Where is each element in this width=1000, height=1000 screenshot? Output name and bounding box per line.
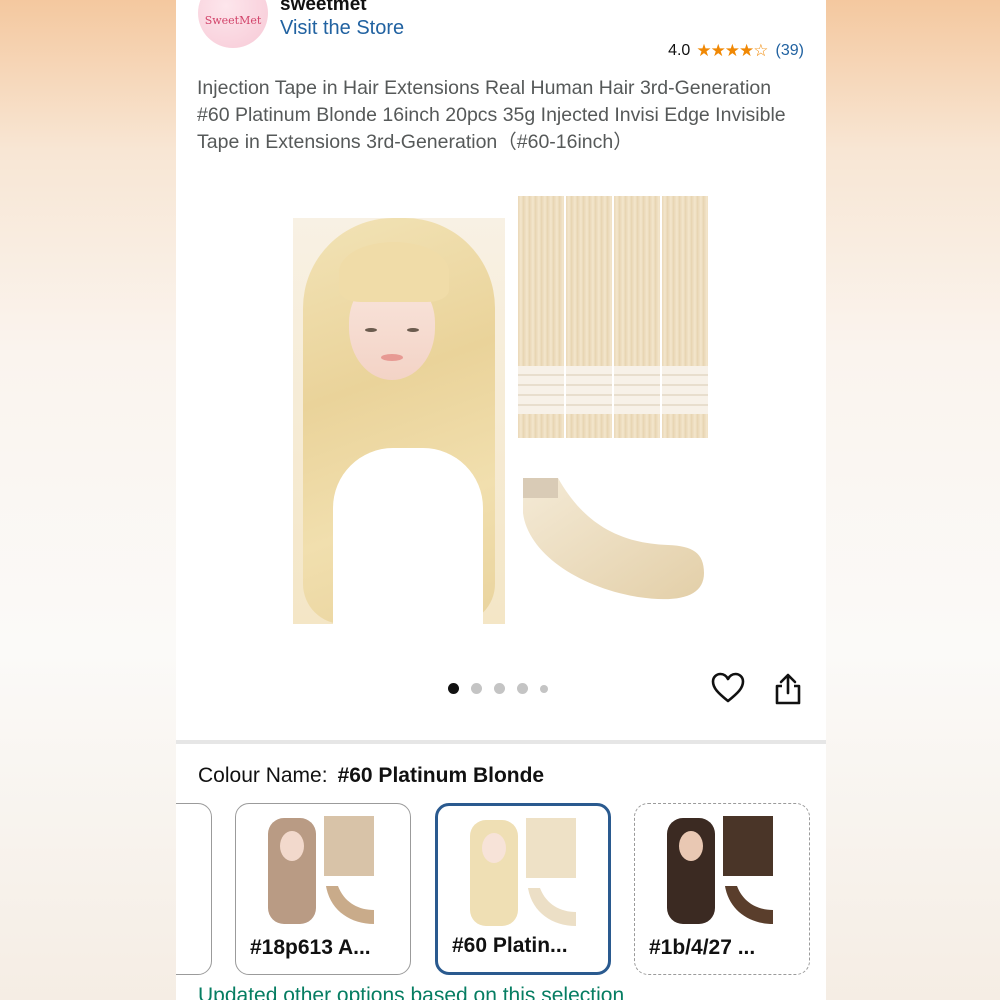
visit-store-link[interactable]: Visit the Store [280, 17, 404, 40]
pagination-dot[interactable] [448, 683, 459, 694]
colour-swatch-selected[interactable]: #60 Platin... [435, 803, 611, 975]
product-image-gallery[interactable] [176, 190, 826, 630]
pagination-dot[interactable] [471, 683, 482, 694]
hair-bundles-image [518, 196, 708, 444]
selection-update-notice: Updated other options based on this sele… [198, 984, 625, 1000]
swatch-thumbnail [470, 818, 576, 926]
swatch-thumbnail [268, 816, 374, 924]
star-rating-icon: ★★★★☆ [696, 41, 768, 60]
pagination-dot[interactable] [540, 684, 548, 693]
swatch-label: #60 Platin... [452, 934, 568, 957]
product-page: SweetMet sweetmet Visit the Store 4.0 ★★… [176, 0, 826, 1000]
variation-label: Colour Name: [198, 764, 328, 787]
section-divider [176, 740, 826, 744]
gallery-pagination [448, 683, 548, 694]
share-icon[interactable] [773, 672, 803, 706]
colour-swatch[interactable]: #18p613 A... [235, 803, 411, 975]
pagination-dot[interactable] [517, 683, 528, 694]
colour-name-label: Colour Name: #60 Platinum Blonde [198, 764, 544, 788]
background-left [0, 0, 176, 1000]
selected-colour: #60 Platinum Blonde [337, 764, 545, 787]
product-title: Injection Tape in Hair Extensions Real H… [197, 77, 786, 153]
heart-icon[interactable] [710, 670, 746, 706]
colour-swatch[interactable]: #1b/4/27 ... [634, 803, 810, 975]
store-logo-text: SweetMet [204, 13, 262, 27]
store-name[interactable]: sweetmet [280, 0, 367, 16]
swatch-label: #1b/4/27 ... [649, 936, 756, 959]
swatch-thumbnail [667, 816, 773, 924]
store-logo[interactable]: SweetMet [198, 0, 268, 48]
background-right [826, 0, 1000, 1000]
swatch-label: #18p613 A... [250, 936, 371, 959]
model-photo [293, 218, 505, 624]
rating-score: 4.0 [668, 42, 691, 59]
hair-weft-image [523, 478, 704, 600]
colour-swatch[interactable] [176, 803, 212, 975]
rating-summary[interactable]: 4.0 ★★★★☆ (39) [668, 41, 804, 61]
pagination-dot[interactable] [494, 683, 505, 694]
rating-count[interactable]: (39) [776, 42, 804, 60]
